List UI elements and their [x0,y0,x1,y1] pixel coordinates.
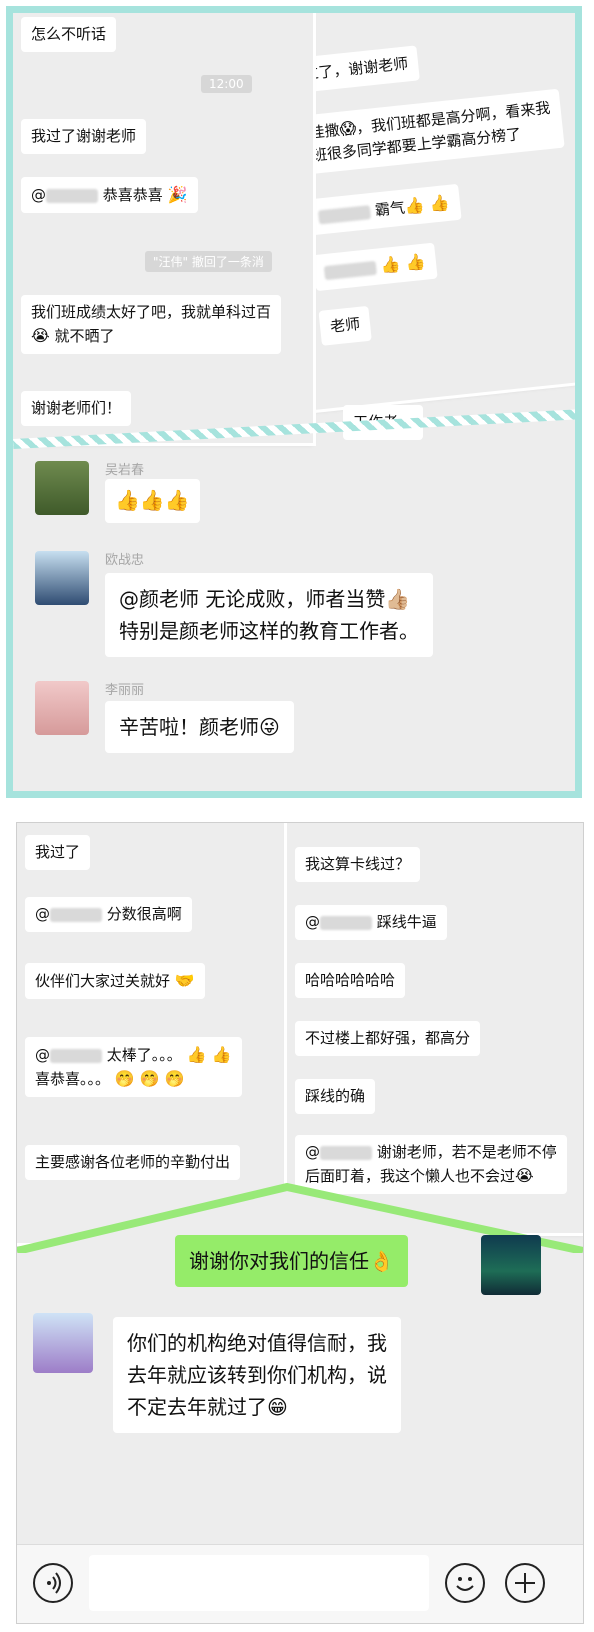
avatar[interactable] [35,681,89,735]
sender-nick: 李丽丽 [105,683,145,698]
message-line: 去年就应该转到你们机构，说 [127,1363,387,1387]
thumbs-up-icon: 👍 👍 [403,192,451,217]
message-text: 太棒了。。。 [106,1046,182,1064]
timestamp: 12:00 [201,75,252,93]
message-bubble[interactable]: @ 太棒了。。。 👍 👍 喜恭喜。。。 🤭 🤭 🤭 [25,1037,242,1097]
message-text: 主要感谢各位老师的辛勤付出 [35,1153,231,1171]
message-text: 踩线的确 [305,1087,366,1105]
message-text: 牛逼 [406,913,437,931]
message-text: 辛苦啦！颜老师😜 [119,715,280,739]
message-text: 我过了谢谢老师 [31,127,137,145]
blurred-name [50,1048,102,1063]
input-bar [17,1544,583,1623]
message-bubble[interactable]: 我这算卡线过？ [295,847,421,882]
mention: @ [305,1143,320,1161]
message-text: 老师 [329,314,361,336]
blurred-name [46,188,98,203]
system-notice: "汪伟" 撤回了一条消 [145,251,272,272]
message-bubble[interactable]: @颜老师 无论成败，师者当赞👍🏼 特别是颜老师这样的教育工作者。 [105,573,433,657]
message-line: 特别是颜老师这样的教育工作者。 [119,619,419,643]
mention: @ [31,186,46,204]
blurred-name [50,907,102,922]
message-bubble[interactable]: 我过了 [25,835,91,870]
message-bubble[interactable]: @ 踩线牛逼 [295,905,447,940]
right-screenshot: 我这算卡线过？ @ 踩线牛逼 哈哈哈哈哈哈 不过楼上都好强，都高分 踩线的确 @… [287,823,583,1233]
message-line: 你们的机构绝对值得信耐，我 [127,1331,387,1355]
sent-message-bubble[interactable]: 谢谢你对我们的信任👌 [175,1235,408,1287]
party-icon: 🎉 [167,185,188,204]
sender-nick: 吴岩春 [105,463,145,478]
message-bubble[interactable]: 👍 👍 [312,242,438,292]
message-text: 不过楼上都好强，都高分 [305,1029,471,1047]
message-bubble[interactable]: @ 恭喜恭喜 🎉 [21,177,198,213]
message-text: 过了，谢谢老师 [302,54,410,84]
crying-emoji-icon: 😭 [31,325,50,345]
avatar[interactable] [35,551,89,605]
message-text: 霸气 [374,198,406,220]
message-bubble[interactable]: 老师 [318,305,372,346]
message-bubble[interactable]: 辛苦啦！颜老师😜 [105,701,294,753]
top-collage: 吴岩春 👍👍👍 欧战忠 @颜老师 无论成败，师者当赞👍🏼 特别是颜老师这样的教育… [6,6,582,798]
blurred-name [323,260,377,280]
message-bubble[interactable]: 伙伴们大家过关就好 🤝 [25,963,205,999]
message-text: 我过了 [35,843,81,861]
message-line: @颜老师 无论成败，师者当赞👍🏼 [119,587,411,611]
left-screenshot: 我过了 @ 分数很高啊 伙伴们大家过关就好 🤝 @ 太棒了。。。 👍 👍 喜恭喜… [17,823,287,1243]
message-text: 谢谢你对我们的信任👌 [189,1249,394,1273]
avatar[interactable] [35,461,89,515]
mention: @ [35,905,50,923]
plus-icon[interactable] [505,1563,545,1603]
message-text: 踩线 [376,913,407,931]
received-message-bubble[interactable]: 你们的机构绝对值得信耐，我 去年就应该转到你们机构，说 不定去年就过了😁 [113,1317,401,1433]
message-bubble[interactable]: 哇撒😱，我们班都是高分啊，看来我 班很多同学都要上学霸高分榜了 [297,88,565,175]
message-text: 我们班成绩太好了吧，我就单科过百 [31,303,272,321]
message-bubble[interactable]: 怎么不听话 [21,17,117,52]
mention: @ [35,1046,50,1064]
message-text: 我这算卡线过？ [305,855,411,873]
emoji-icon[interactable] [445,1563,485,1603]
blurred-name [317,204,372,224]
my-avatar[interactable] [481,1235,541,1295]
message-text: 谢谢老师，若不是老师不停 [376,1143,557,1161]
message-bubble[interactable]: 不过楼上都好强，都高分 [295,1021,481,1056]
message-input[interactable] [89,1555,429,1611]
bottom-collage: 我过了 @ 分数很高啊 伙伴们大家过关就好 🤝 @ 太棒了。。。 👍 👍 喜恭喜… [16,822,584,1624]
giggle-emoji-icon: 🤭 🤭 🤭 [114,1069,185,1088]
message-bubble[interactable]: 我过了谢谢老师 [21,119,147,154]
sender-nick: 欧战忠 [105,553,145,568]
thumbs-up-icon: 👍 👍 [379,251,427,276]
message-text: 就不晒了 [54,326,115,345]
message-text: 怎么不听话 [31,25,107,43]
message-bubble[interactable]: 霸气👍 👍 [306,183,462,236]
blurred-name [320,1145,372,1160]
message-bubble[interactable]: 哈哈哈哈哈哈 [295,963,406,998]
message-text: 分数很高啊 [106,905,182,923]
message-text: 后面盯着，我这个懒人也不会过 [305,1166,516,1185]
message-bubble[interactable]: 主要感谢各位老师的辛勤付出 [25,1145,241,1180]
message-bubble[interactable]: 踩线的确 [295,1079,376,1114]
message-text: 喜恭喜。。。 [35,1070,111,1088]
thumbs-up-icon: 👍👍👍 [115,488,190,512]
handshake-icon: 🤝 [174,971,195,990]
thumbs-up-icon: 👍 👍 [186,1045,232,1064]
message-bubble[interactable]: 谢谢老师们！ [21,391,132,426]
left-screenshot: 怎么不听话 12:00 我过了谢谢老师 @ 恭喜恭喜 🎉 "汪伟" 撤回了一条消… [13,13,313,443]
message-bubble[interactable]: 我们班成绩太好了吧，我就单科过百 😭 就不晒了 [21,295,282,354]
message-text: 恭喜恭喜 [102,186,163,204]
message-text: 伙伴们大家过关就好 [35,972,171,990]
blurred-name [320,915,372,930]
message-bubble[interactable]: 👍👍👍 [105,479,200,523]
message-line: 不定去年就过了😁 [127,1395,288,1419]
mention: @ [305,913,320,931]
message-text: 哇撒 [308,120,341,142]
voice-icon[interactable] [33,1563,73,1603]
message-bubble[interactable]: @ 分数很高啊 [25,897,192,932]
message-text: 哈哈哈哈哈哈 [305,971,396,989]
message-text: 谢谢老师们！ [31,399,122,417]
avatar[interactable] [33,1313,93,1373]
